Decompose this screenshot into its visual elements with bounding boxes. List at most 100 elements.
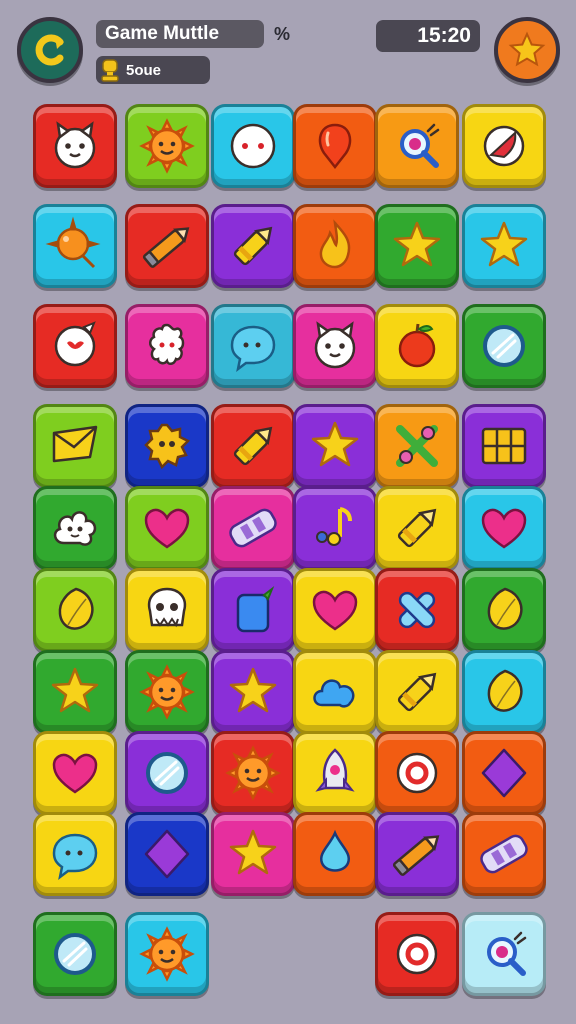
tile[interactable]: [293, 812, 377, 896]
tile[interactable]: [33, 731, 117, 815]
tile[interactable]: [33, 812, 117, 896]
tile[interactable]: [211, 486, 295, 570]
tile[interactable]: [211, 104, 295, 188]
sun-face-icon: [225, 745, 281, 801]
tile[interactable]: [125, 304, 209, 388]
tile[interactable]: [462, 812, 546, 896]
tile[interactable]: [211, 204, 295, 288]
crayon-icon: [397, 508, 437, 548]
balloon-icon: [318, 123, 352, 170]
tile[interactable]: [375, 486, 459, 570]
heart-icon: [144, 508, 190, 549]
mirror-icon: [146, 752, 188, 794]
ball-icon: [483, 125, 525, 167]
tile[interactable]: [375, 304, 459, 388]
pencil-icon: [142, 227, 190, 268]
tile[interactable]: [293, 486, 377, 570]
star-icon: [311, 421, 359, 467]
tile[interactable]: [125, 731, 209, 815]
cat-face-icon: [54, 121, 96, 169]
pencil-icon: [392, 835, 440, 876]
tile[interactable]: [462, 304, 546, 388]
tile[interactable]: [462, 650, 546, 734]
tile[interactable]: [293, 304, 377, 388]
envelope-icon: [52, 425, 98, 463]
apple-icon: [398, 323, 436, 368]
crayon-icon: [233, 226, 273, 266]
crayon-icon: [233, 426, 273, 466]
drop-icon: [319, 829, 351, 872]
tile[interactable]: [125, 568, 209, 652]
tile[interactable]: [375, 404, 459, 488]
tile[interactable]: [293, 650, 377, 734]
star-icon: [229, 829, 277, 875]
leaf-icon: [487, 587, 523, 630]
bandage-icon: [229, 508, 277, 548]
tile[interactable]: [125, 912, 209, 996]
mirror-icon: [483, 325, 525, 367]
tile[interactable]: [33, 304, 117, 388]
skull-icon: [147, 587, 187, 628]
tile[interactable]: [125, 486, 209, 570]
tile[interactable]: [293, 204, 377, 288]
music-note-icon: [316, 507, 352, 546]
diamond-icon: [144, 829, 190, 879]
bandage-icon: [480, 834, 528, 874]
tile[interactable]: [462, 204, 546, 288]
ghost-face-icon: [230, 123, 276, 169]
tile[interactable]: [211, 812, 295, 896]
tile[interactable]: [375, 912, 459, 996]
tile[interactable]: [375, 812, 459, 896]
cat-face-icon: [314, 321, 356, 369]
tile[interactable]: [33, 104, 117, 188]
tile[interactable]: [375, 104, 459, 188]
tile[interactable]: [462, 568, 546, 652]
game-board: [0, 0, 576, 1024]
tile[interactable]: [462, 404, 546, 488]
tile[interactable]: [211, 731, 295, 815]
scissors-icon: [396, 425, 438, 467]
tile[interactable]: [293, 568, 377, 652]
tile[interactable]: [462, 486, 546, 570]
tile[interactable]: [125, 650, 209, 734]
tile[interactable]: [462, 731, 546, 815]
tile[interactable]: [211, 304, 295, 388]
leaf-icon: [487, 669, 523, 712]
tile[interactable]: [293, 731, 377, 815]
flower-face-icon: [149, 323, 185, 365]
tile[interactable]: [33, 404, 117, 488]
tile[interactable]: [375, 650, 459, 734]
safety-pin-icon: [398, 591, 436, 629]
magnifier-icon: [487, 931, 527, 976]
tile[interactable]: [125, 104, 209, 188]
tile[interactable]: [33, 204, 117, 288]
tile[interactable]: [33, 568, 117, 652]
chat-bubble-icon: [230, 325, 276, 372]
tile[interactable]: [33, 912, 117, 996]
tile[interactable]: [211, 650, 295, 734]
tile[interactable]: [33, 650, 117, 734]
spiky-ball-icon: [45, 216, 101, 269]
tile[interactable]: [125, 812, 209, 896]
tile[interactable]: [462, 912, 546, 996]
tile[interactable]: [125, 204, 209, 288]
gear-face-icon: [144, 423, 191, 470]
tile[interactable]: [293, 104, 377, 188]
tile[interactable]: [293, 404, 377, 488]
star-icon: [51, 667, 99, 713]
star-icon: [229, 667, 277, 713]
crayon-icon: [397, 672, 437, 712]
tile[interactable]: [462, 104, 546, 188]
tile[interactable]: [375, 731, 459, 815]
cloud-face-icon: [53, 511, 97, 546]
heart-icon: [481, 508, 527, 549]
tile[interactable]: [375, 204, 459, 288]
tile[interactable]: [211, 568, 295, 652]
diamond-icon: [481, 748, 527, 798]
heart-icon: [312, 590, 358, 631]
speech-bubble-icon: [54, 321, 96, 367]
tile[interactable]: [33, 486, 117, 570]
tile[interactable]: [375, 568, 459, 652]
tile[interactable]: [211, 404, 295, 488]
tile[interactable]: [125, 404, 209, 488]
